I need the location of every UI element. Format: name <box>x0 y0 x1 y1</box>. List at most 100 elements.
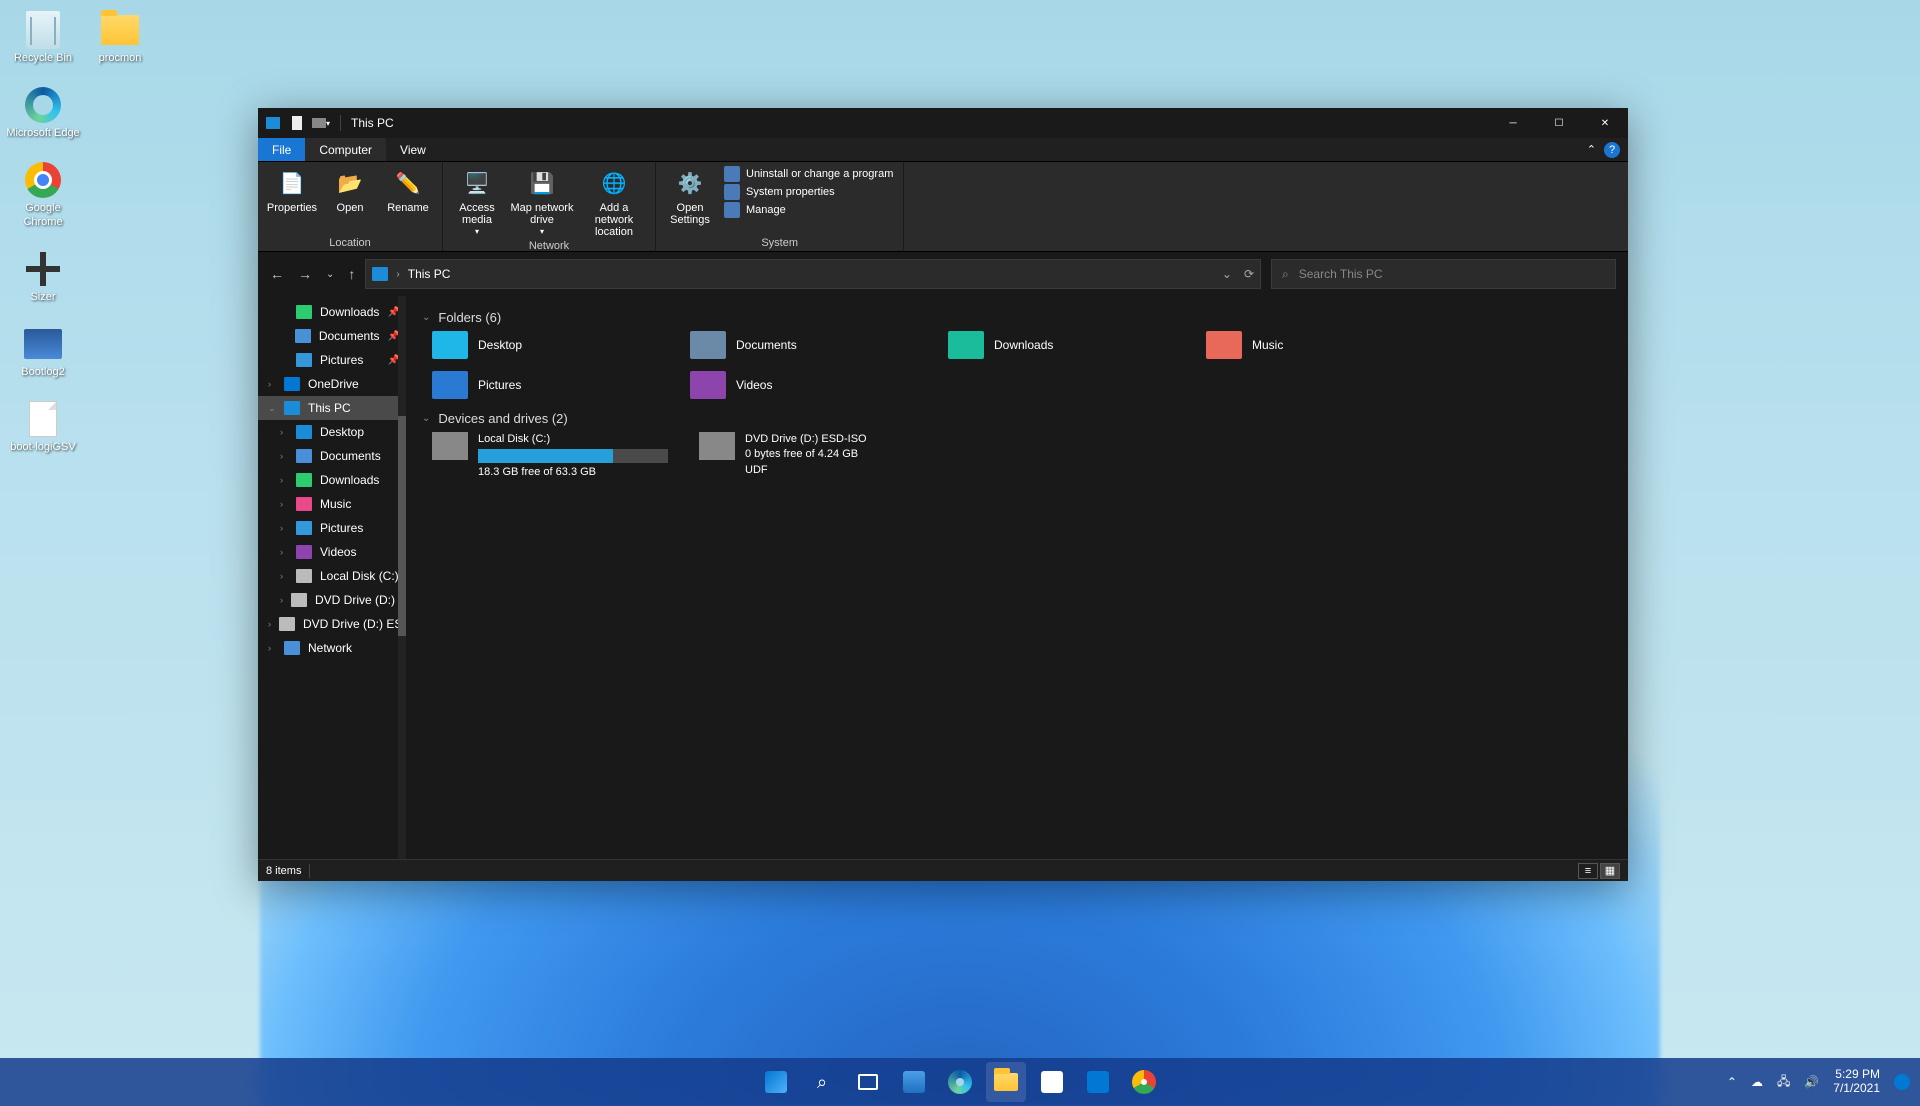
sidebar-item[interactable]: Pictures📌 <box>258 348 406 372</box>
search-input[interactable]: ⌕ Search This PC <box>1271 259 1616 289</box>
large-icons-view-button[interactable]: ▦ <box>1600 863 1620 879</box>
chevron-icon: ⌄ <box>268 403 276 414</box>
sidebar-item[interactable]: ⌄This PC <box>258 396 406 420</box>
content-pane[interactable]: ⌄ Folders (6) Desktop Documents Downloads M… <box>406 296 1628 859</box>
folder-label: Videos <box>736 378 772 392</box>
manage-button[interactable]: Manage <box>724 202 893 218</box>
desktop-icon-bootlog-csv[interactable]: boot-logiGSV <box>5 399 81 454</box>
sidebar-item[interactable]: ›Documents <box>258 444 406 468</box>
desktop-icon-label: Bootlog2 <box>21 366 64 379</box>
folder-item[interactable]: Videos <box>690 371 940 399</box>
chrome-taskbar[interactable] <box>1124 1062 1164 1102</box>
recent-dropdown[interactable]: ⌄ <box>326 269 334 280</box>
folder-item[interactable]: Music <box>1206 331 1456 359</box>
sidebar-item[interactable]: ›Downloads <box>258 468 406 492</box>
clock[interactable]: 5:29 PM 7/1/2021 <box>1833 1068 1880 1096</box>
sidebar-item-label: DVD Drive (D:) ES <box>303 617 402 631</box>
minimize-button[interactable]: ─ <box>1490 108 1536 138</box>
drives-group-header[interactable]: ⌄ Devices and drives (2) <box>422 411 1612 426</box>
forward-button[interactable]: → <box>298 266 312 282</box>
folder-dropdown-icon[interactable]: ▾ <box>312 114 330 132</box>
desktop-icon-chrome[interactable]: Google Chrome <box>5 160 81 228</box>
desktop-icon-recycle-bin[interactable]: Recycle Bin <box>5 10 81 65</box>
start-button[interactable] <box>756 1062 796 1102</box>
back-button[interactable]: ← <box>270 266 284 282</box>
notification-icon[interactable] <box>1894 1074 1910 1090</box>
navigation-pane[interactable]: Downloads📌Documents📌Pictures📌›OneDrive⌄T… <box>258 296 406 859</box>
chevron-right-icon[interactable]: › <box>396 269 399 280</box>
task-view-button[interactable] <box>848 1062 888 1102</box>
taskbar[interactable]: ⌕ ⌃ ☁ 🖧 🔊 5:29 PM 7/1/2021 <box>0 1058 1920 1106</box>
desktop-icon-procmon[interactable]: procmon <box>82 10 158 65</box>
edge-taskbar[interactable] <box>940 1062 980 1102</box>
scrollbar-thumb[interactable] <box>398 416 406 636</box>
system-properties-button[interactable]: System properties <box>724 184 893 200</box>
desktop-icon-sizer[interactable]: Sizer <box>5 249 81 304</box>
folder-item[interactable]: Documents <box>690 331 940 359</box>
desktop-icon-edge[interactable]: Microsoft Edge <box>5 85 81 140</box>
folder-item[interactable]: Desktop <box>432 331 682 359</box>
desktop-icon-bootlog2[interactable]: Bootlog2 <box>5 324 81 379</box>
sidebar-item[interactable]: ›OneDrive <box>258 372 406 396</box>
rename-button[interactable]: ✏️ Rename <box>380 166 436 216</box>
sidebar-item[interactable]: ›Videos <box>258 540 406 564</box>
sidebar-item[interactable]: › DVD Drive (D:) ES <box>258 612 406 636</box>
chevron-icon: › <box>268 619 271 629</box>
collapse-ribbon-icon[interactable]: ⌃ <box>1587 143 1596 156</box>
volume-tray-icon[interactable]: 🔊 <box>1804 1075 1819 1089</box>
folder-item[interactable]: Downloads <box>948 331 1198 359</box>
maximize-button[interactable]: ☐ <box>1536 108 1582 138</box>
open-button[interactable]: 📂Open <box>322 166 378 216</box>
scrollbar-track[interactable] <box>398 296 406 859</box>
access-media-button[interactable]: 🖥️Access media▾ <box>449 166 505 239</box>
file-icon <box>29 401 57 437</box>
sidebar-item[interactable]: ›Desktop <box>258 420 406 444</box>
folder-item[interactable]: Pictures <box>432 371 682 399</box>
sidebar-item[interactable]: ›Music <box>258 492 406 516</box>
folder-icon <box>432 331 468 359</box>
search-icon: ⌕ <box>1282 267 1289 282</box>
store-taskbar[interactable] <box>1032 1062 1072 1102</box>
ribbon-label: Rename <box>387 202 429 214</box>
sidebar-item[interactable]: Documents📌 <box>258 324 406 348</box>
details-view-button[interactable]: ≡ <box>1578 863 1598 879</box>
properties-button[interactable]: 📄Properties <box>264 166 320 216</box>
sidebar-item[interactable]: Downloads📌 <box>258 300 406 324</box>
onedrive-tray-icon[interactable]: ☁ <box>1751 1075 1763 1089</box>
close-button[interactable]: ✕ <box>1582 108 1628 138</box>
add-location-button[interactable]: 🌐Add a network location <box>579 166 649 240</box>
titlebar[interactable]: ▾ This PC ─ ☐ ✕ <box>258 108 1628 138</box>
refresh-button[interactable]: ⟳ <box>1244 267 1254 281</box>
sidebar-item[interactable]: ›Network <box>258 636 406 660</box>
pc-icon[interactable] <box>264 114 282 132</box>
tab-view[interactable]: View <box>386 138 440 161</box>
explorer-taskbar[interactable] <box>986 1062 1026 1102</box>
open-settings-button[interactable]: ⚙️Open Settings <box>662 166 718 228</box>
drive-item[interactable]: Local Disk (C:)18.3 GB free of 63.3 GB <box>432 432 687 481</box>
tab-computer[interactable]: Computer <box>305 138 386 161</box>
sidebar-item[interactable]: ›DVD Drive (D:) E <box>258 588 406 612</box>
sidebar-item[interactable]: ›Pictures <box>258 516 406 540</box>
up-button[interactable]: ↑ <box>348 266 355 282</box>
breadcrumb[interactable]: This PC <box>408 267 451 281</box>
rename-icon: ✏️ <box>392 168 424 200</box>
sidebar-item-icon <box>284 377 300 391</box>
drive-item[interactable]: DVD Drive (D:) ESD-ISO0 bytes free of 4.… <box>699 432 954 481</box>
folders-group-header[interactable]: ⌄ Folders (6) <box>422 310 1612 325</box>
document-icon[interactable] <box>288 114 306 132</box>
widgets-button[interactable] <box>894 1062 934 1102</box>
sidebar-item[interactable]: ›Local Disk (C:) <box>258 564 406 588</box>
help-icon[interactable]: ? <box>1604 142 1620 158</box>
tab-file[interactable]: File <box>258 138 305 161</box>
chevron-icon: › <box>280 475 288 485</box>
network-tray-icon[interactable]: 🖧 <box>1777 1072 1790 1093</box>
address-dropdown[interactable]: ⌄ <box>1222 267 1232 281</box>
search-button[interactable]: ⌕ <box>802 1062 842 1102</box>
address-bar[interactable]: › This PC ⌄ ⟳ <box>365 259 1261 289</box>
edge-icon <box>25 87 61 123</box>
uninstall-button[interactable]: Uninstall or change a program <box>724 166 893 182</box>
uninstall-icon <box>724 166 740 182</box>
mail-taskbar[interactable] <box>1078 1062 1118 1102</box>
tray-overflow[interactable]: ⌃ <box>1727 1075 1737 1089</box>
map-drive-button[interactable]: 💾Map network drive▾ <box>507 166 577 239</box>
